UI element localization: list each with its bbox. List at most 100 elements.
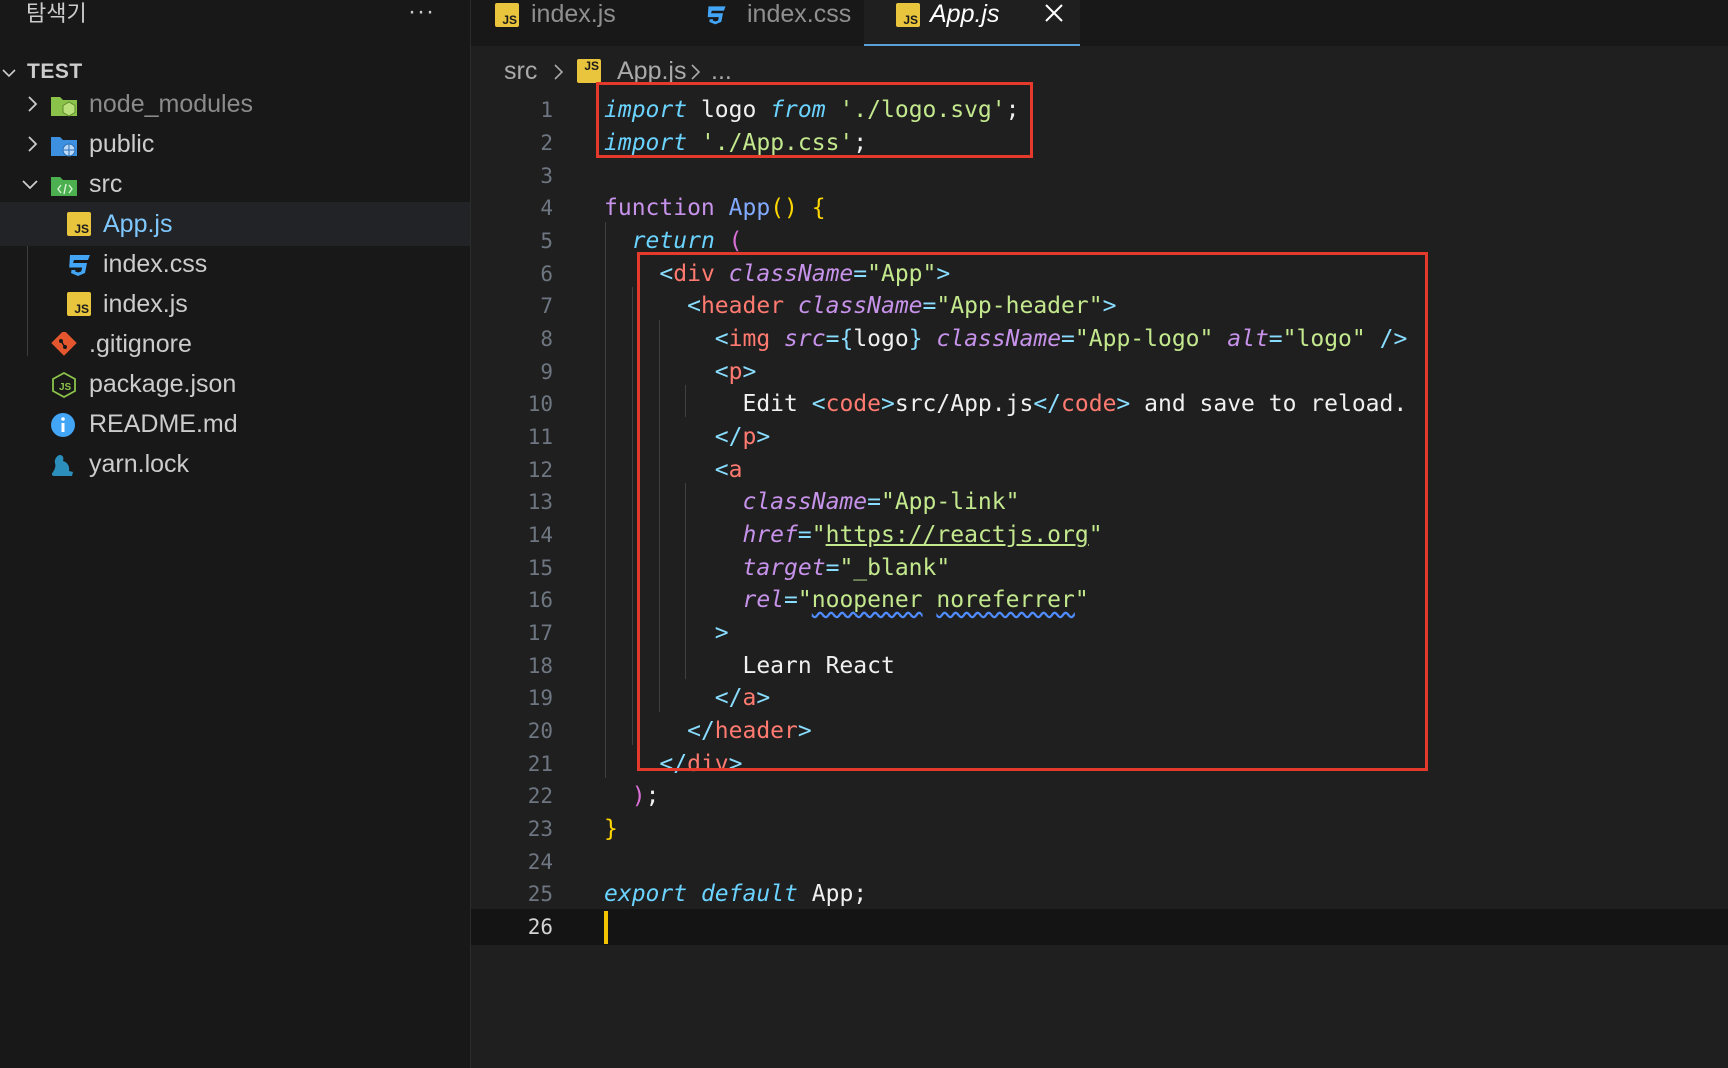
code-text: >	[714, 620, 729, 646]
code-text: </div>	[659, 751, 743, 777]
line-number: 1	[540, 98, 553, 122]
nodejs-icon: JS	[52, 372, 76, 398]
tab-label: index.css	[747, 0, 852, 28]
code-line: 10 Edit <code>src/App.js</code> and save…	[471, 386, 1728, 422]
yarn-icon	[51, 455, 73, 476]
close-icon[interactable]	[1043, 2, 1065, 24]
chevron-down-icon	[2, 69, 16, 78]
code-text: }	[604, 816, 618, 842]
line-number: 13	[527, 490, 553, 514]
code-line: 17 >	[471, 615, 1728, 651]
code-text: </p>	[714, 424, 771, 450]
code-line: 16 rel="noopener noreferrer"	[471, 582, 1728, 618]
tree-item-src[interactable]: src	[0, 162, 470, 206]
explorer-sidebar: 탐색기 ··· TEST node_modules public src JS …	[0, 0, 471, 1068]
code-line: 22 );	[471, 778, 1728, 814]
code-line: 13 className="App-link"	[471, 484, 1728, 520]
code-line: 24	[471, 844, 1728, 880]
line-number: 3	[540, 164, 553, 188]
code-line: 21 </div>	[471, 746, 1728, 782]
js-file-icon: JS	[577, 59, 601, 83]
code-text: function App() {	[604, 195, 826, 221]
code-text: target="_blank"	[742, 555, 951, 581]
line-number: 6	[540, 262, 553, 286]
tab-index-js[interactable]: JS index.js	[471, 0, 667, 46]
tree-item-label: public	[89, 130, 155, 158]
js-file-icon: JS	[67, 292, 95, 318]
tab-label: App.js	[930, 0, 1000, 28]
code-line: 19 </a>	[471, 680, 1728, 716]
more-actions-icon[interactable]: ···	[408, 0, 435, 28]
tree-item-index-css[interactable]: index.css	[0, 242, 470, 286]
code-line: 25 export default App;	[471, 876, 1728, 912]
tree-item-label: node_modules	[89, 90, 254, 118]
code-text: Edit <code>src/App.js</code> and save to…	[742, 391, 1408, 417]
reactjs-link[interactable]: https://reactjs.org	[826, 522, 1089, 548]
code-line: 4 function App() {	[471, 190, 1728, 226]
line-number: 16	[527, 588, 553, 612]
code-line: 6 <div className="App">	[471, 256, 1728, 292]
code-line: 14 href="https://reactjs.org"	[471, 517, 1728, 553]
breadcrumb-symbol[interactable]: ...	[711, 54, 732, 88]
tree-item-public[interactable]: public	[0, 122, 470, 166]
line-number: 7	[540, 294, 553, 318]
tab-app-js[interactable]: JS App.js	[864, 0, 1080, 46]
chevron-right-icon	[28, 136, 38, 152]
tree-item-label: App.js	[103, 210, 173, 238]
tree-item-node-modules[interactable]: node_modules	[0, 82, 470, 126]
git-icon	[51, 332, 77, 356]
tree-item-package-json[interactable]: JS package.json	[0, 362, 470, 406]
code-text: <img src={logo} className="App-logo" alt…	[714, 326, 1408, 352]
chevron-right-icon	[28, 96, 38, 112]
css-file-icon	[707, 6, 726, 25]
sidebar-title: 탐색기	[26, 1, 87, 26]
line-number: 24	[527, 850, 553, 874]
tree-item-readme[interactable]: README.md	[0, 402, 470, 446]
tree-item-label: yarn.lock	[89, 450, 190, 478]
code-line: 8 <img src={logo} className="App-logo" a…	[471, 321, 1728, 357]
js-file-icon: JS	[896, 3, 920, 27]
breadcrumb-file[interactable]: App.js	[617, 54, 686, 88]
tree-item-gitignore[interactable]: .gitignore	[0, 322, 470, 366]
code-line: 15 target="_blank"	[471, 550, 1728, 586]
tree-item-yarn-lock[interactable]: yarn.lock	[0, 442, 470, 486]
code-text: href="https://reactjs.org"	[742, 522, 1103, 548]
code-line: 3	[471, 158, 1728, 194]
tree-item-index-js[interactable]: JS index.js	[0, 282, 470, 326]
chevron-right-icon	[691, 64, 701, 80]
line-number: 4	[540, 196, 553, 220]
code-line: 12 <a	[471, 452, 1728, 488]
tab-index-css[interactable]: index.css	[667, 0, 863, 46]
code-line: 2 import './App.css';	[471, 125, 1728, 161]
text-cursor	[604, 911, 608, 944]
tree-item-label: README.md	[89, 410, 238, 438]
info-icon	[51, 413, 75, 437]
chevron-right-icon	[554, 64, 564, 80]
line-number: 23	[527, 817, 553, 841]
line-number: 15	[527, 556, 553, 580]
code-editor[interactable]: 1 import logo from './logo.svg'; 2 impor…	[471, 82, 1728, 1068]
code-text: return (	[631, 228, 743, 254]
code-line: 7 <header className="App-header">	[471, 288, 1728, 324]
line-number: 9	[540, 360, 553, 384]
line-number: 19	[527, 686, 553, 710]
code-text: rel="noopener noreferrer"	[742, 587, 1089, 613]
tree-item-label: index.css	[103, 250, 208, 278]
tree-item-label: index.js	[103, 290, 188, 318]
code-text: className="App-link"	[742, 489, 1020, 515]
line-number: 14	[527, 523, 553, 547]
code-text: export default App;	[604, 881, 868, 907]
node-modules-folder-icon	[51, 97, 77, 117]
tree-item-app-js[interactable]: JS App.js	[0, 202, 470, 246]
code-line: 9 <p>	[471, 354, 1728, 390]
js-file-icon: JS	[67, 212, 95, 238]
code-text: Learn React	[742, 653, 895, 679]
code-text: import './App.css';	[604, 130, 868, 156]
code-text: );	[631, 783, 660, 809]
breadcrumb-folder[interactable]: src	[504, 54, 537, 88]
line-number: 25	[527, 882, 553, 906]
code-line-current: 26	[471, 909, 1728, 945]
line-number: 22	[527, 784, 553, 808]
src-folder-icon	[51, 177, 77, 196]
line-number: 17	[527, 621, 553, 645]
